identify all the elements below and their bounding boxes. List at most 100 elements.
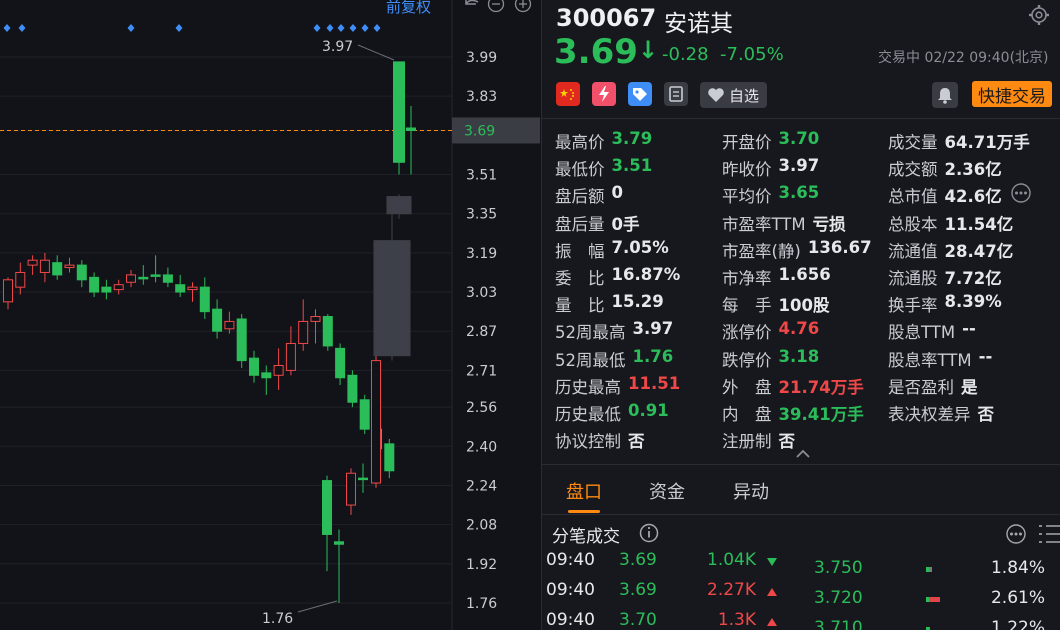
event-marker-icon — [127, 24, 135, 32]
note-icon[interactable] — [664, 82, 688, 106]
add-watchlist-button[interactable]: 自选 — [700, 82, 768, 108]
level-price: 3.750 — [814, 558, 863, 578]
stat-value: 3.51 — [611, 156, 653, 176]
stat-label: 最低价 — [555, 160, 605, 180]
candle-body — [162, 274, 173, 283]
trades-title: 分笔成交 — [552, 527, 620, 547]
stat-value: 3.18 — [778, 346, 820, 366]
candle-body — [64, 264, 75, 269]
stat-value: 136.67 — [807, 237, 872, 257]
price-axis-label: 2.71 — [466, 363, 497, 379]
stat-label: 历史最低 — [555, 405, 621, 424]
candle-body — [249, 357, 259, 376]
alert-button[interactable] — [932, 82, 958, 108]
stat-label: 振 幅 — [555, 241, 605, 261]
list-menu-icon[interactable] — [1038, 522, 1060, 546]
stat-label: 最高价 — [555, 133, 605, 152]
candle-body — [334, 541, 344, 545]
stat-value: 0.91 — [628, 401, 669, 420]
trade-volume: 2.27K — [707, 580, 756, 600]
up-triangle-icon — [767, 618, 777, 626]
watch-label: 自选 — [729, 86, 760, 105]
tab-movements[interactable]: 异动 — [733, 478, 769, 504]
level-share-bar — [926, 567, 932, 572]
zoom-in-icon[interactable] — [514, 0, 532, 13]
divider — [542, 118, 1060, 119]
tag-icon[interactable] — [628, 82, 652, 106]
collapse-chevron-icon[interactable] — [794, 448, 812, 460]
candle-body — [175, 284, 186, 293]
stat-label: 盘后量 — [555, 214, 605, 234]
up-triangle-icon — [767, 588, 777, 596]
quick-trade-button[interactable]: 快捷交易 — [972, 81, 1052, 107]
settings-gear-icon[interactable] — [1028, 4, 1050, 26]
price-axis-label: 2.40 — [466, 439, 497, 455]
candle-body — [52, 262, 63, 276]
price-axis-label: 3.03 — [466, 285, 497, 301]
more-icon[interactable] — [1004, 522, 1028, 546]
price-axis-label: 2.24 — [466, 478, 497, 494]
price-change: -0.28 — [662, 44, 709, 65]
stat-label: 是否盈利 — [888, 377, 954, 397]
kline-chart-panel[interactable]: 3.99 3.83 3.51 3.35 3.19 3.03 2.87 2.71 2.56 2.40… — [0, 0, 540, 630]
lightning-icon[interactable] — [592, 82, 616, 106]
stat-label: 市盈率TTM — [722, 214, 806, 234]
level-price: 3.720 — [814, 588, 863, 608]
stat-value: 4.76 — [778, 319, 820, 339]
stat-value: 2.36亿 — [944, 160, 1002, 180]
level-pct: 2.61% — [990, 588, 1045, 608]
price-change-pct: -7.05% — [720, 44, 784, 65]
price-axis-label: 1.92 — [466, 557, 497, 573]
trade-time: 09:40 — [546, 610, 595, 630]
high-marker-line — [357, 44, 395, 61]
more-icon[interactable] — [1010, 182, 1032, 204]
stat-label: 盘后额 — [555, 187, 605, 207]
stat-value: 11.54亿 — [944, 214, 1014, 234]
stat-label: 注册制 — [722, 432, 772, 452]
stat-label: 内 盘 — [722, 405, 772, 424]
candle-body — [15, 271, 26, 288]
stat-label: 成交量 — [888, 133, 938, 152]
stat-label: 换手率 — [888, 296, 938, 316]
candle-body — [261, 372, 272, 379]
info-icon[interactable] — [638, 522, 660, 544]
stat-label: 涨停价 — [722, 323, 772, 343]
stat-label: 开盘价 — [722, 133, 772, 152]
stat-value: 否 — [628, 432, 645, 452]
tab-pankou[interactable]: 盘口 — [566, 478, 602, 504]
candle-body — [359, 399, 370, 430]
undo-icon[interactable] — [465, 0, 479, 5]
chart-toolbar — [465, 0, 532, 13]
stat-value: 0手 — [611, 214, 640, 234]
stat-value: 42.6亿 — [944, 187, 1002, 207]
trade-time: 09:40 — [546, 580, 595, 600]
zoom-out-icon[interactable] — [487, 0, 505, 13]
price-axis-label: 3.99 — [466, 50, 497, 66]
candle-body — [371, 360, 381, 484]
candlestick-chart[interactable]: 3.99 3.83 3.51 3.35 3.19 3.03 2.87 2.71 2.56 2.40… — [0, 0, 540, 630]
china-flag-icon[interactable] — [556, 82, 580, 106]
tab-funds[interactable]: 资金 — [649, 478, 685, 504]
candle-body — [406, 127, 416, 131]
trades-area[interactable]: 09:40 3.69 1.04K 09:40 3.69 2.27K 09:40 3.70 1.3… — [542, 548, 1060, 630]
stat-label: 协议控制 — [555, 432, 621, 452]
candle-body — [335, 347, 346, 379]
stat-label: 总市值 — [888, 187, 938, 207]
candle-body — [187, 286, 198, 291]
divider — [542, 514, 1060, 515]
candle-body — [89, 276, 100, 293]
stat-label: 股息TTM — [888, 323, 956, 343]
stat-label: 平均价 — [722, 187, 772, 207]
stat-value: 8.39% — [944, 292, 1002, 312]
price-axis-label: 3.19 — [466, 246, 497, 262]
adjust-mode-label[interactable]: 前复权 — [386, 0, 431, 17]
stat-label: 股息率TTM — [888, 350, 972, 370]
stat-value: 64.71万手 — [944, 133, 1030, 152]
stat-value: 11.51 — [628, 373, 681, 393]
price-axis-label: 2.87 — [466, 324, 497, 340]
stat-value: 亏损 — [812, 214, 846, 234]
stat-value: 3.70 — [778, 129, 820, 148]
stat-value: -- — [978, 346, 993, 366]
stat-value: 21.74万手 — [778, 377, 864, 397]
stat-value: 100股 — [778, 296, 830, 316]
